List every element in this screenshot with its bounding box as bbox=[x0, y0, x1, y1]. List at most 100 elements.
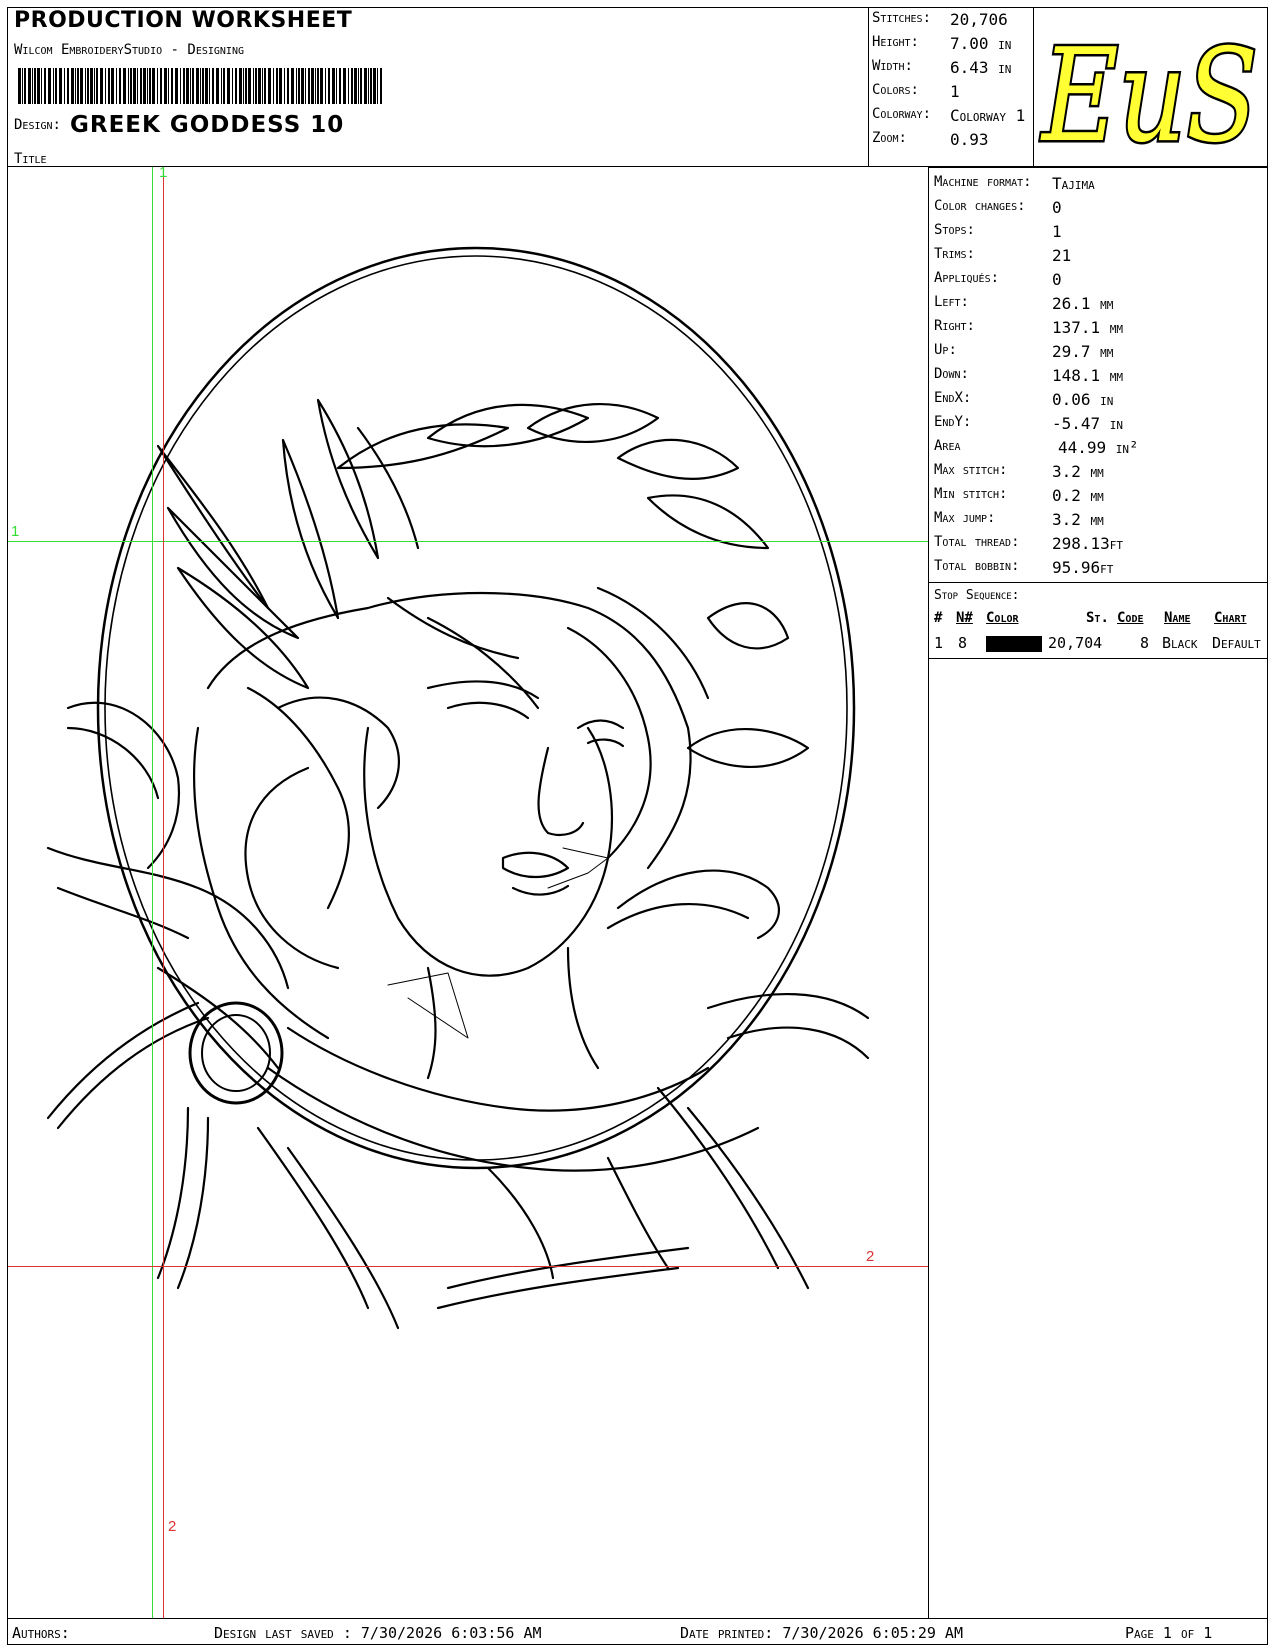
barcode-bar bbox=[343, 68, 346, 104]
stat-label: Colors: bbox=[872, 82, 919, 98]
stop-sequence-title: Stop Sequence: bbox=[934, 588, 1020, 603]
last-saved-label: Design last saved : bbox=[214, 1624, 352, 1642]
barcode-bar bbox=[370, 68, 372, 104]
guide-line-horizontal-1 bbox=[8, 541, 928, 542]
barcode-bar bbox=[34, 68, 36, 104]
guide-line-vertical-1 bbox=[152, 167, 153, 1618]
barcode-bar bbox=[152, 68, 155, 104]
info-value: 0 bbox=[1052, 198, 1062, 217]
brand-logo-text: EuS bbox=[1040, 22, 1258, 162]
barcode-bar bbox=[192, 68, 194, 104]
barcode-bar bbox=[227, 68, 230, 104]
info-value: 0.06 in bbox=[1052, 390, 1114, 409]
barcode-bar bbox=[168, 68, 169, 104]
barcode-bar bbox=[339, 68, 341, 104]
barcode-bar bbox=[248, 68, 251, 104]
col-chart: Chart bbox=[1214, 610, 1247, 626]
row-stitches: 20,704 bbox=[1048, 634, 1103, 652]
stat-label: Zoom: bbox=[872, 130, 907, 146]
info-value: 148.1 mm bbox=[1052, 366, 1124, 385]
barcode-bar bbox=[264, 68, 266, 104]
row-code: 8 bbox=[1140, 634, 1150, 652]
info-value: 0.2 mm bbox=[1052, 486, 1104, 505]
barcode-bar bbox=[105, 68, 106, 104]
barcode-bar bbox=[235, 68, 237, 104]
stat-value: 7.00 in bbox=[950, 34, 1012, 53]
barcode-bar bbox=[77, 68, 79, 104]
brand-logo: EuS bbox=[1038, 20, 1261, 163]
guide-label-vertical-1: 1 bbox=[159, 164, 168, 181]
barcode-bar bbox=[258, 68, 261, 104]
barcode-bar bbox=[111, 68, 114, 104]
barcode-bar bbox=[196, 68, 199, 104]
barcode-bar bbox=[360, 68, 362, 104]
barcode-bar bbox=[301, 68, 304, 104]
row-chart: Default bbox=[1212, 634, 1261, 652]
barcode-bar bbox=[87, 68, 89, 104]
barcode-bar bbox=[291, 68, 294, 104]
barcode-bar bbox=[108, 68, 110, 104]
barcode-bar bbox=[48, 68, 51, 104]
barcode-bar bbox=[75, 68, 76, 104]
footer-authors: Authors: bbox=[12, 1624, 70, 1642]
barcode-bar bbox=[18, 68, 21, 104]
info-label: Up: bbox=[934, 342, 957, 358]
barcode-bar bbox=[123, 68, 126, 104]
barcode-bar bbox=[315, 68, 316, 104]
barcode-bar bbox=[348, 68, 349, 104]
stat-label: Height: bbox=[872, 34, 919, 50]
info-value: -5.47 in bbox=[1052, 414, 1124, 433]
stat-value: 1 bbox=[950, 82, 960, 101]
barcode-bar bbox=[130, 68, 132, 104]
info-value: 44.99 in² bbox=[1058, 438, 1139, 457]
barcode-bar bbox=[180, 68, 181, 104]
stat-value: 20,706 bbox=[950, 10, 1008, 29]
info-value: 1 bbox=[1052, 222, 1062, 241]
info-panel-frame bbox=[928, 167, 1268, 659]
barcode-bar bbox=[186, 68, 189, 104]
barcode-bar bbox=[137, 68, 138, 104]
barcode-bar bbox=[239, 68, 242, 104]
barcode-bar bbox=[133, 68, 136, 104]
barcode-bar bbox=[253, 68, 254, 104]
barcode-bar bbox=[223, 68, 225, 104]
col-color: Color bbox=[986, 610, 1019, 626]
barcode-bar bbox=[276, 68, 278, 104]
barcode-bar bbox=[94, 68, 95, 104]
barcode-bar bbox=[351, 68, 353, 104]
barcode-bar bbox=[64, 68, 65, 104]
barcode-bar bbox=[268, 68, 271, 104]
footer-date-printed: Date printed: 7/30/2026 6:05:29 AM bbox=[680, 1624, 963, 1642]
info-value: 0 bbox=[1052, 270, 1062, 289]
barcode-bar bbox=[296, 68, 297, 104]
header-divider-logo bbox=[1033, 7, 1034, 167]
header-divider-stats bbox=[868, 7, 869, 167]
barcode-bar bbox=[85, 68, 86, 104]
design-label: Design: bbox=[14, 117, 61, 133]
info-label: EndY: bbox=[934, 414, 972, 430]
info-panel-separator bbox=[928, 582, 1268, 583]
barcode-bar bbox=[143, 68, 146, 104]
barcode-bar bbox=[22, 68, 23, 104]
barcode-bar bbox=[273, 68, 274, 104]
barcode-bar bbox=[200, 68, 201, 104]
barcode-bar bbox=[37, 68, 40, 104]
barcode-bar bbox=[262, 68, 263, 104]
col-name: Name bbox=[1164, 610, 1191, 626]
table-row: 1 8 20,704 8 Black Default bbox=[934, 634, 1264, 654]
barcode-bar bbox=[317, 68, 319, 104]
design-barcode bbox=[18, 68, 382, 104]
barcode-bar bbox=[157, 68, 158, 104]
guide-line-vertical-2 bbox=[163, 167, 164, 1618]
stat-value: 0.93 bbox=[950, 130, 989, 149]
guide-line-horizontal-2 bbox=[8, 1266, 928, 1267]
info-value: 95.96ft bbox=[1052, 558, 1114, 577]
barcode-bar bbox=[320, 68, 323, 104]
info-label: Total thread: bbox=[934, 534, 1020, 550]
barcode-bar bbox=[368, 68, 369, 104]
barcode-bar bbox=[202, 68, 204, 104]
barcode-bar bbox=[116, 68, 117, 104]
barcode-bar bbox=[332, 68, 335, 104]
col-number: # bbox=[934, 610, 943, 626]
info-label: Right: bbox=[934, 318, 975, 334]
